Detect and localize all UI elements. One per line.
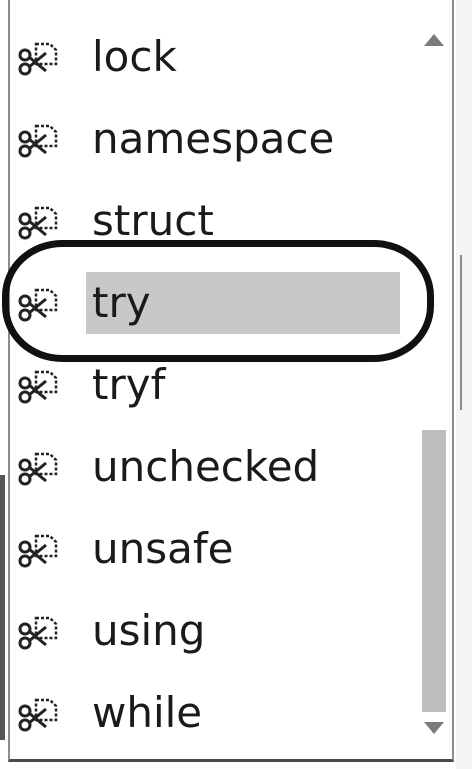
editor-margin-line <box>0 475 5 740</box>
snippet-icon <box>18 534 58 568</box>
snippet-icon <box>18 288 58 322</box>
list-item-label: namespace <box>92 114 335 163</box>
snippet-icon <box>18 124 58 158</box>
snippet-icon <box>18 452 58 486</box>
scroll-up-button[interactable] <box>416 22 452 58</box>
list-item-label: struct <box>92 196 214 245</box>
snippet-icon <box>18 698 58 732</box>
list-item[interactable]: struct <box>10 181 410 263</box>
list-item[interactable]: unsafe <box>10 509 410 591</box>
scroll-thumb[interactable] <box>422 430 446 712</box>
list-item[interactable]: namespace <box>10 99 410 181</box>
snippet-icon <box>18 206 58 240</box>
completion-list: lock namespace struct try tryf unchecked… <box>10 17 410 755</box>
list-item-label: try <box>86 272 400 334</box>
triangle-down-icon <box>424 722 444 734</box>
list-item-label: using <box>92 606 206 655</box>
list-item[interactable]: using <box>10 591 410 673</box>
scroll-down-button[interactable] <box>416 710 452 746</box>
snippet-icon <box>18 616 58 650</box>
triangle-up-icon <box>424 34 444 46</box>
list-item-label: tryf <box>92 360 166 409</box>
vertical-scrollbar[interactable] <box>416 12 452 754</box>
list-item[interactable]: unchecked <box>10 427 410 509</box>
snippet-icon <box>18 42 58 76</box>
intellisense-popup: lock namespace struct try tryf unchecked… <box>8 0 454 762</box>
list-item-label: unsafe <box>92 524 234 573</box>
list-item-label: while <box>92 688 203 737</box>
editor-background <box>456 0 472 769</box>
snippet-icon <box>18 370 58 404</box>
list-item-label: lock <box>92 32 177 81</box>
list-item-selected[interactable]: try <box>10 263 410 345</box>
editor-area: lock namespace struct try tryf unchecked… <box>0 0 472 769</box>
list-item[interactable]: lock <box>10 17 410 99</box>
list-item[interactable]: while <box>10 673 410 755</box>
list-item[interactable]: tryf <box>10 345 410 427</box>
editor-divider <box>460 255 462 410</box>
list-item-label: unchecked <box>92 442 320 491</box>
